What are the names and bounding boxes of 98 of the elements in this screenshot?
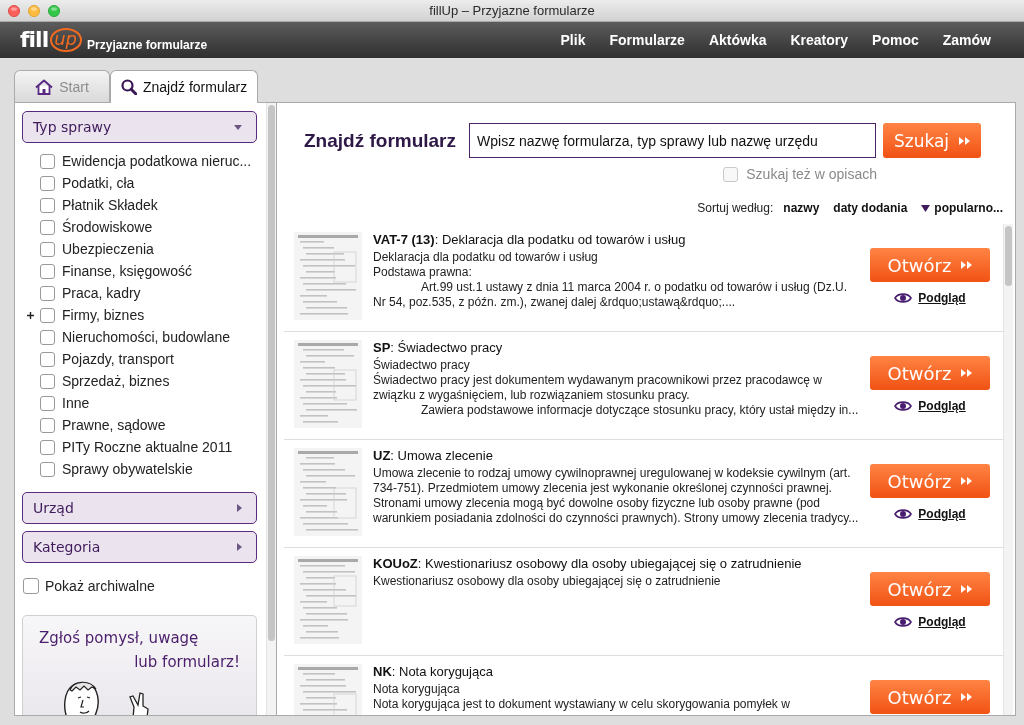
filter-option-label[interactable]: Środowiskowe [62,219,153,235]
sort-option[interactable]: daty dodania [833,201,908,215]
checkbox[interactable] [40,285,55,301]
checkbox[interactable] [40,373,55,389]
checkbox[interactable] [40,153,55,169]
minimize-icon[interactable] [28,4,40,17]
filter-option-label[interactable]: Nieruchomości, budowlane [62,329,231,345]
menu-item[interactable]: Formularze [609,32,685,48]
result-title[interactable]: VAT-7 (13): Deklaracja dla podatku od towarów i usług [373,232,860,248]
double-arrow-icon [959,136,971,145]
sort-arrow-icon [921,204,931,212]
checkbox[interactable] [40,241,55,257]
result-description: Nota korygująca [373,682,461,697]
promo-text: lub formularz! [134,652,240,673]
filter-option-label[interactable]: Płatnik Składek [62,197,158,213]
filter-option-label[interactable]: Inne [62,395,90,411]
tab[interactable]: Znajdź formularz [110,70,259,103]
eye-icon [894,616,913,628]
filter-option-label[interactable]: Podatki, cła [62,175,135,191]
menu-item[interactable]: Plik [560,32,586,48]
checkbox[interactable] [40,329,55,345]
double-arrow-icon [961,477,973,485]
menu-item[interactable]: Pomoc [872,32,919,48]
preview-link[interactable]: Podgląd [894,507,966,521]
filter-option-label[interactable]: Prawne, sądowe [62,417,166,433]
filter-option-label[interactable]: PITy Roczne aktualne 2011 [62,439,233,455]
filter-option-label[interactable]: Finanse, księgowość [62,263,192,279]
double-arrow-icon [961,261,973,269]
checkbox[interactable] [40,461,55,477]
eye-icon [894,292,913,304]
result-description: Podstawa prawna: [373,265,473,280]
search-field[interactable]: Wpisz nazwę formularza, typ sprawy lub nazwę urzędu [469,123,876,158]
scrollbar[interactable] [1003,224,1013,715]
checkbox[interactable] [40,439,55,455]
menu-item[interactable]: Zamów [942,32,991,48]
result-description: Nota korygująca jest to dokument wystawiany w celu skorygowania pomyłek w [373,697,791,712]
result-title[interactable]: KOUoZ: Kwestionariusz osobowy dla osoby ubiegającej się o zatrudnienie [373,556,860,572]
filter-option-label[interactable]: Sprawy obywatelskie [62,461,193,477]
checkbox[interactable] [23,578,39,594]
filter-header[interactable]: Typ sprawy [22,111,257,143]
checkbox[interactable] [40,219,55,235]
result-description: Art.99 ust.1 ustawy z dnia 11 marca 2004 r. o podatku od towarów i usług (Dz.U. Nr 54, poz.535, z późn. zm.), zwanej dalej &rdquo;ustawą&rdquo;.... [373,280,848,310]
tagline: Przyjazne formularze [87,38,208,52]
checkbox[interactable] [40,197,55,213]
caret-right-icon [237,543,242,551]
window-title: fillUp – Przyjazne formularze [429,3,595,18]
result-description: Kwestionariusz osobowy dla osoby ubiegającej się o zatrudnienie [373,574,722,589]
checkbox-label: Szukaj też w opisach [746,166,877,182]
caret-right-icon [237,504,242,512]
checkbox-label[interactable]: Pokaż archiwalne [45,578,155,594]
eye-icon [894,400,913,412]
result-description: Umowa zlecenie to rodzaj umowy cywilnoprawnej uregulowanej w kodeksie cywilnym (art. 734-751). Przedmiotem umowy zlecenia jest wykonanie określonej czynności prawnej. Stronami umowy zlecenia mogą być dowolne osoby fizyczne lub osoby prawne (pod warunkiem posiadania zdolności do czynności prawnych). Strony umowy zlecenia tradycy... [373,466,860,526]
double-arrow-icon [961,585,973,593]
menu-item[interactable]: Aktówka [708,32,767,48]
menu-item[interactable]: Kreatory [790,32,849,48]
sort-option[interactable]: popularno... [921,201,1003,215]
checkbox[interactable] [40,395,55,411]
caret-down-icon [234,124,242,130]
filter-option-label[interactable]: Ubezpieczenia [62,241,154,257]
result-description: Deklaracja dla podatku od towarów i usług [373,250,599,265]
result-title[interactable]: SP: Świadectwo pracy [373,340,860,356]
scrollbar-thumb[interactable] [1005,226,1012,286]
result-title[interactable]: NK: Nota korygująca [373,664,860,680]
filter-option-label[interactable]: Sprzedaż, biznes [62,373,170,389]
result-description: Zawiera podstawowe informacje dotyczące stosunku pracy, który ustał między in... [420,403,860,418]
scrollbar[interactable] [266,103,276,715]
filter-header[interactable]: Kategoria [22,531,257,563]
plus-icon[interactable] [27,311,34,319]
home-icon [35,78,54,95]
checkbox[interactable] [40,263,55,279]
eye-icon [894,508,913,520]
checkbox[interactable] [40,307,55,323]
sort-option[interactable]: nazwy [783,201,820,215]
search-icon [121,79,137,95]
sort-label: Sortuj według: [697,201,774,215]
double-arrow-icon [961,369,973,377]
filter-option-label[interactable]: Firmy, biznes [62,307,145,323]
filter-option-label[interactable]: Pojazdy, transport [62,351,174,367]
promo-card[interactable]: Zgłoś pomysł, uwagę lub formularz! [22,615,257,715]
checkbox[interactable] [40,175,55,191]
zoom-icon[interactable] [48,4,60,17]
double-arrow-icon [961,693,973,701]
checkbox[interactable] [40,351,55,367]
preview-link[interactable]: Podgląd [894,399,966,413]
page-heading: Znajdź formularz [304,129,456,152]
preview-link[interactable]: Podgląd [894,615,966,629]
checkbox[interactable] [40,417,55,433]
result-title[interactable]: UZ: Umowa zlecenie [373,448,860,464]
close-icon[interactable] [8,4,20,17]
result-description: Świadectwo pracy jest dokumentem wydawanym pracownikowi przez pracodawcę w związku z wygaśnięciem, lub rozwiązaniem stosunku pracy. [373,373,823,403]
preview-link[interactable]: Podgląd [894,291,966,305]
logo: fill up [20,28,83,52]
filter-option-label[interactable]: Ewidencja podatkowa nieruc... [62,153,252,169]
promo-text: Zgłoś pomysł, uwagę [39,628,199,649]
scrollbar-thumb[interactable] [268,105,275,641]
result-description: Świadectwo pracy [373,358,471,372]
filter-option-label[interactable]: Praca, kadry [62,285,141,301]
filter-header[interactable]: Urząd [22,492,257,524]
